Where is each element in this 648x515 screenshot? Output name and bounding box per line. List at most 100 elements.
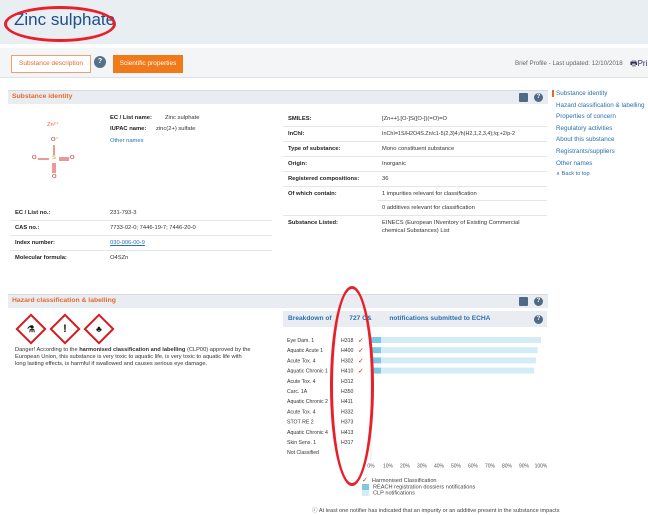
category-label: Skin Sens. 1: [287, 440, 316, 446]
category-label: Carc. 1A: [287, 389, 308, 395]
x-tick-label: 40%: [434, 463, 445, 469]
back-to-top-link[interactable]: ∧ Back to top: [556, 171, 648, 177]
print-icon: 🖶: [630, 59, 638, 68]
category-label: Aquatic Chronic 4: [287, 430, 328, 436]
x-tick-label: 0%: [367, 463, 375, 469]
oxygen-top: O⁻: [51, 137, 59, 143]
ec-list-name-value: Zinc sulphate: [165, 115, 200, 121]
bar-clp: [381, 367, 535, 374]
of-which-contain-label: Of which contain:: [288, 191, 337, 197]
category-label: Aquatic Acute 1: [287, 348, 323, 354]
molecular-formula-value: O4SZn: [110, 255, 129, 261]
substance-listed-value-2: chemical Substances) List: [382, 228, 450, 234]
ec-list-name-label: EC / List name:: [110, 115, 152, 121]
inchi-value: InChI=1S/H2O4S.Zn/c1-5(2,3)4;/h(H2,1,2,3…: [382, 131, 516, 137]
category-label: Acute Tox. 4: [287, 409, 316, 415]
help-icon[interactable]: ?: [534, 93, 543, 102]
oxygen-bottom: O: [52, 174, 57, 180]
divider: [283, 156, 547, 157]
x-tick-label: 70%: [485, 463, 496, 469]
info-icon: ⓘ: [312, 508, 319, 514]
help-icon[interactable]: ?: [94, 56, 106, 68]
smiles-label: SMILES:: [288, 116, 312, 122]
x-tick-label: 50%: [451, 463, 462, 469]
environment-icon: ♣: [96, 324, 102, 334]
index-number-link[interactable]: 030-006-00-9: [110, 240, 145, 246]
bar-clp: [381, 357, 536, 364]
chart-title: Breakdown of 727 C& notifications submit…: [288, 315, 491, 322]
checkmark-icon: ✓: [362, 477, 368, 484]
type-of-substance-label: Type of substance:: [288, 146, 341, 152]
category-label: Acute Tox. 4: [287, 358, 316, 364]
divider: [283, 126, 547, 127]
nav-properties-of-concern[interactable]: Properties of concern: [556, 113, 648, 120]
origin-label: Origin:: [288, 161, 307, 167]
divider: [283, 141, 547, 142]
bar-clp: [381, 347, 538, 354]
inchi-label: InChI:: [288, 131, 305, 137]
divider: [283, 215, 547, 216]
tab-substance-description[interactable]: Substance description: [11, 55, 91, 73]
oxygen-left: O: [32, 155, 37, 161]
type-of-substance-value: Mono constituent substance: [382, 146, 455, 152]
bar-reach: [371, 337, 382, 343]
nav-other-names[interactable]: Other names: [556, 160, 648, 167]
section-title-substance-identity: Substance identity: [12, 93, 73, 100]
x-tick-label: 10%: [383, 463, 394, 469]
x-tick-label: 60%: [468, 463, 479, 469]
notifications-chart: Eye Dam. 1 H318 ✓Aquatic Acute 1 H400 ✓Acute…: [287, 336, 547, 469]
section-title-hazard-classification: Hazard classification & labelling: [12, 297, 116, 304]
iupac-name-label: IUPAC name:: [110, 126, 147, 132]
nav-about-this-substance[interactable]: About this substance: [556, 136, 648, 143]
legend-clp: CLP notifications: [362, 490, 475, 497]
expand-icon[interactable]: [519, 297, 528, 306]
corrosion-icon: ⚗: [26, 324, 36, 334]
smiles-value: [Zn++].[O-]S([O-])(=O)=O: [382, 116, 448, 122]
help-icon[interactable]: ?: [534, 315, 543, 324]
print-button[interactable]: 🖶Pri: [630, 58, 647, 72]
side-nav: Substance identity Hazard classification…: [552, 90, 648, 182]
legend-harmonised: ✓ Harmonised Classification: [362, 477, 437, 484]
category-label: Aquatic Chronic 1: [287, 369, 328, 375]
x-tick-label: 30%: [417, 463, 428, 469]
substance-listed-label: Substance Listed:: [288, 220, 338, 226]
nav-registrants-suppliers[interactable]: Registrants/suppliers: [556, 148, 648, 155]
other-names-link[interactable]: Other names: [110, 138, 144, 144]
divider: [10, 250, 272, 251]
zinc-cation: Zn²⁺: [47, 122, 59, 128]
cas-no-value: 7733-02-0; 7446-19-7; 7446-20-0: [110, 225, 196, 231]
category-label: Eye Dam. 1: [287, 338, 314, 344]
origin-value: Inorganic: [382, 161, 406, 167]
divider: [283, 171, 547, 172]
registered-compositions-label: Registered compositions:: [288, 176, 360, 182]
x-tick-label: 80%: [502, 463, 513, 469]
divider: [283, 186, 547, 187]
divider: [377, 200, 547, 201]
registered-compositions-value: 36: [382, 176, 389, 182]
annotation-ellipse-codes: [330, 286, 374, 486]
index-number-label: Index number:: [15, 240, 55, 246]
impurities-value: 1 impurities relevant for classification: [382, 191, 477, 197]
iupac-name-value: zinc(2+) sulfate: [156, 126, 196, 132]
molecular-formula-label: Molecular formula:: [15, 255, 67, 261]
chart-legend: ✓ Harmonised Classification REACH registr…: [362, 476, 475, 497]
x-tick-label: 90%: [519, 463, 530, 469]
expand-icon[interactable]: [519, 93, 528, 102]
exclamation-icon: !: [63, 323, 67, 335]
annotation-ellipse-title: [4, 6, 116, 42]
tab-scientific-properties[interactable]: Scientific properties: [113, 55, 183, 73]
divider: [10, 235, 272, 236]
divider: [10, 220, 272, 221]
category-label: Not Classified: [287, 450, 319, 456]
chart-footnote: ⓘ At least one notifier has indicated th…: [312, 508, 560, 514]
category-label: Acute Tox. 4: [287, 379, 316, 385]
sulfur: S: [52, 155, 56, 161]
nav-hazard-classification[interactable]: Hazard classification & labelling: [556, 102, 648, 109]
ec-list-no-value: 231-793-3: [110, 210, 137, 216]
help-icon[interactable]: ?: [534, 297, 543, 306]
ec-list-no-label: EC / List no.:: [15, 210, 51, 216]
x-tick-label: 20%: [400, 463, 411, 469]
nav-regulatory-activities[interactable]: Regulatory activities: [556, 125, 648, 132]
nav-substance-identity[interactable]: Substance identity: [552, 90, 648, 97]
brief-profile-updated: Brief Profile - Last updated: 12/10/2018: [515, 60, 623, 67]
